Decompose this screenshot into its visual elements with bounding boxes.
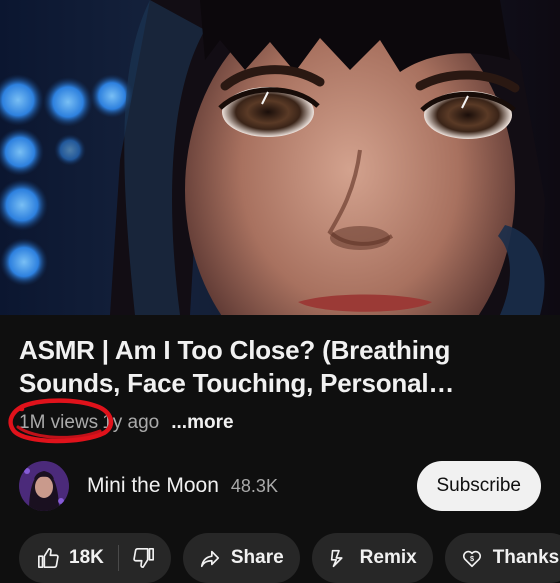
remix-label: Remix <box>359 547 417 568</box>
video-player[interactable] <box>0 0 560 315</box>
svg-text:$: $ <box>470 554 474 563</box>
share-label: Share <box>230 547 284 568</box>
share-icon <box>199 547 221 569</box>
avatar[interactable] <box>19 461 69 511</box>
remix-button[interactable]: Remix <box>311 533 433 583</box>
upload-age: 1y ago <box>102 412 160 433</box>
thanks-label: Thanks <box>492 547 560 568</box>
subscribe-button[interactable]: Subscribe <box>416 461 541 511</box>
like-count[interactable]: 18K <box>69 547 104 569</box>
subscriber-count: 48.3K <box>230 475 278 496</box>
remix-icon <box>328 547 350 569</box>
channel-name[interactable]: Mini the Moon <box>87 474 219 498</box>
chip-divider <box>117 545 119 571</box>
like-dislike-chip: 18K <box>19 533 171 583</box>
more-link[interactable]: ...more <box>171 412 233 434</box>
thumbs-down-icon[interactable] <box>133 547 155 569</box>
video-title[interactable]: ASMR | Am I Too Close? (Breathing Sounds… <box>19 334 549 400</box>
thanks-icon: $ <box>461 547 483 569</box>
thumbs-up-icon[interactable] <box>37 547 59 569</box>
video-thumbnail <box>0 0 560 315</box>
share-button[interactable]: Share <box>182 533 300 583</box>
action-bar: 18K Share Remix $ Thanks <box>19 533 560 583</box>
video-meta[interactable]: 1M views 1y ago ...more <box>19 411 234 435</box>
thanks-button[interactable]: $ Thanks <box>444 533 560 583</box>
channel-avatar-image <box>19 461 69 511</box>
view-count: 1M views <box>19 412 99 433</box>
channel-row: Mini the Moon 48.3K Subscribe <box>19 460 541 512</box>
